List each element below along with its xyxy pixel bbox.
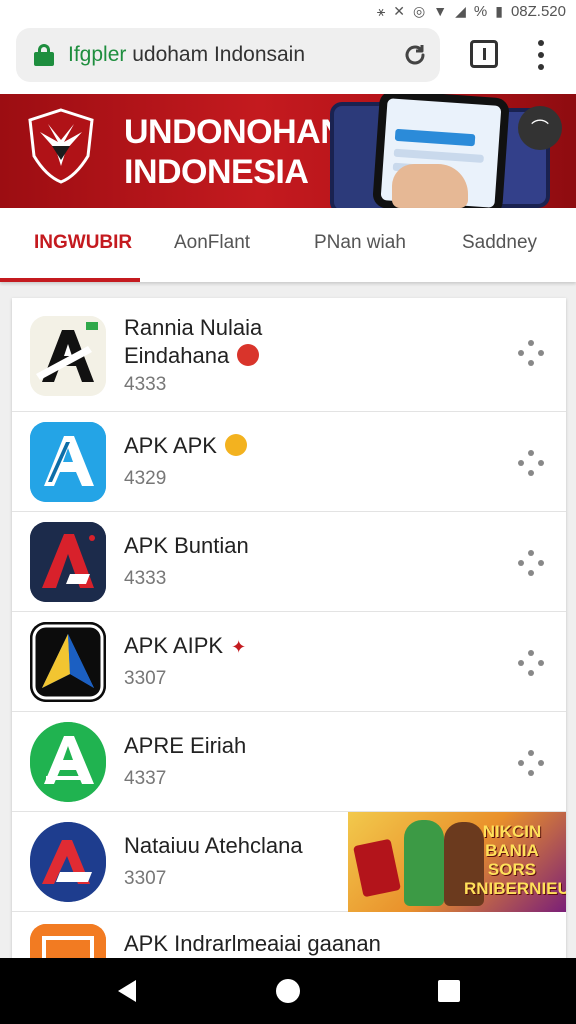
battery-icon: ▮ (495, 2, 503, 19)
app-count: 4329 (124, 468, 167, 489)
app-count: 4333 (124, 568, 167, 589)
banner-title-line1: UNDONOHAN (124, 113, 345, 151)
app-count: 3307 (124, 668, 167, 689)
emoji-icon (224, 434, 247, 457)
red-navy-a-icon (30, 522, 106, 602)
app-list: Rannia Nulaia Eindahana 4333 APK APK 432… (12, 298, 566, 978)
share-icon[interactable]: ⌒ (518, 106, 562, 150)
url-text[interactable]: Ifgpler udoham Indonsain (68, 43, 305, 67)
home-icon[interactable] (276, 979, 300, 1003)
more-options-icon[interactable] (518, 650, 544, 676)
tab-switcher-icon[interactable] (470, 40, 498, 68)
ad-text: NIKCIN BANIA SORS RNIBERNIEU (464, 822, 566, 898)
banner-title-line2: INDONESIA (124, 153, 309, 191)
screen: ⚹ ✕ ◎ ▼ ◢ % ▮ 08Z.520 Ifgpler udoham Ind… (0, 0, 576, 1024)
nfc-icon: ✕ (393, 2, 406, 19)
more-options-icon[interactable] (518, 340, 544, 366)
battery-percent: % (473, 2, 488, 20)
tab-aonflant[interactable]: AonFlant (174, 232, 250, 254)
alarm-icon: ◎ (413, 2, 426, 19)
hand-illustration (392, 164, 468, 208)
app-count: 4333 (124, 374, 167, 395)
browser-toolbar: Ifgpler udoham Indonsain (0, 22, 576, 94)
list-item[interactable]: Nataiuu Atehclana 3307 NIKCIN BANIA SORS… (12, 812, 566, 912)
url-host: Ifgpler (68, 43, 127, 66)
lock-icon (34, 44, 54, 66)
notification-icon: ⚹ (376, 2, 386, 19)
app-name-line1: Rannia Nulaia (124, 315, 263, 340)
status-time: 08Z.520 (510, 2, 566, 20)
app-count: 3307 (124, 868, 167, 889)
overflow-menu-icon[interactable] (536, 40, 546, 70)
status-bar: ⚹ ✕ ◎ ▼ ◢ % ▮ 08Z.520 (0, 0, 576, 22)
app-name-text: APK AIPK (124, 633, 224, 658)
list-item[interactable]: APK Buntian 4333 (12, 512, 566, 612)
app-count: 4337 (124, 768, 167, 789)
star-icon: ✦ (231, 637, 247, 657)
app-name-line2-text: Eindahana (124, 343, 230, 368)
wifi-icon: ▼ (433, 3, 448, 19)
app-name: APK Buntian (124, 533, 249, 558)
tab-pnan-wiah[interactable]: PNan wiah (314, 232, 406, 254)
url-bar[interactable]: Ifgpler udoham Indonsain (16, 28, 440, 82)
promo-ad-tile[interactable]: NIKCIN BANIA SORS RNIBERNIEU (348, 812, 566, 912)
black-white-a-icon (30, 316, 106, 396)
app-name: APRE Eiriah (124, 733, 247, 758)
reload-icon[interactable] (402, 42, 428, 68)
tab-ingwubir[interactable]: INGWUBIR (34, 232, 132, 254)
more-options-icon[interactable] (518, 550, 544, 576)
active-tab-indicator (0, 278, 140, 282)
emoji-icon (237, 344, 260, 367)
black-blue-arrow-icon (30, 622, 106, 702)
navy-red-a-icon (30, 822, 106, 902)
recent-apps-icon[interactable] (438, 980, 460, 1002)
app-name: APK AIPK ✦ (124, 632, 246, 661)
tab-saddney[interactable]: Saddney (462, 232, 537, 254)
eagle-logo-icon (28, 108, 94, 184)
more-options-icon[interactable] (518, 450, 544, 476)
hero-banner[interactable]: UNDONOHAN INDONESIA ⌒ (0, 94, 576, 208)
app-name-line2: Eindahana (124, 342, 262, 370)
ad-character-green (404, 820, 444, 906)
back-icon[interactable] (118, 980, 136, 1002)
blue-a-icon (30, 422, 106, 502)
list-item[interactable]: APRE Eiriah 4337 (12, 712, 566, 812)
app-name: APK APK (124, 432, 247, 460)
url-path: udoham Indonsain (132, 43, 306, 66)
app-name: APK Indrarlmeaiai gaanan (124, 931, 381, 956)
list-item[interactable]: APK AIPK ✦ 3307 (12, 612, 566, 712)
banner-title: UNDONOHAN INDONESIA (124, 112, 345, 192)
list-item[interactable]: APK APK 4329 (12, 412, 566, 512)
signal-icon: ◢ (455, 2, 466, 19)
system-nav-bar (0, 958, 576, 1024)
list-item[interactable]: Rannia Nulaia Eindahana 4333 (12, 298, 566, 412)
ad-card-graphic (353, 838, 401, 898)
green-a-icon (30, 722, 106, 802)
app-name: Nataiuu Atehclana (124, 833, 303, 858)
app-name: Rannia Nulaia Eindahana (124, 314, 262, 370)
more-options-icon[interactable] (518, 750, 544, 776)
app-name-text: APK APK (124, 433, 217, 458)
category-tabs: INGWUBIR AonFlant PNan wiah Saddney (0, 208, 576, 282)
